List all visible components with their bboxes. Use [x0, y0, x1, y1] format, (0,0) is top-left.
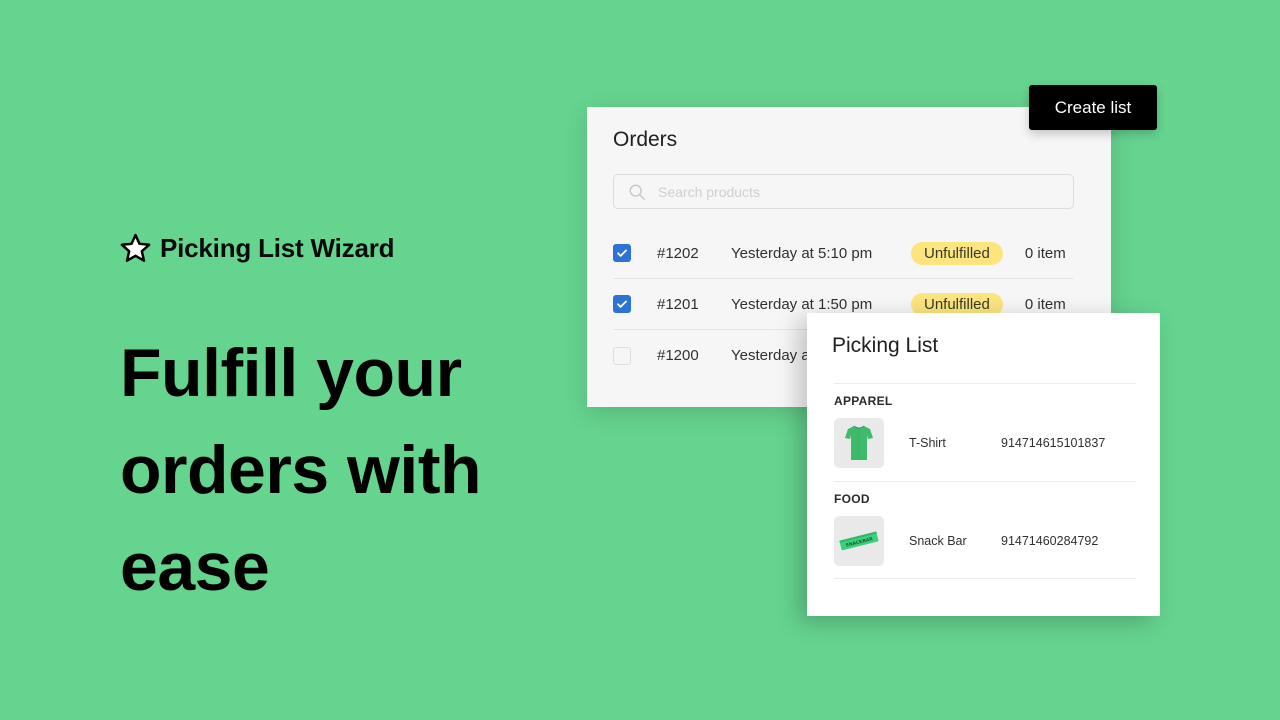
product-thumbnail [834, 418, 884, 468]
category-label: APPAREL [834, 394, 893, 408]
list-item: T-Shirt 914714615101837 [834, 418, 1136, 468]
product-thumbnail: SNACKBAR [834, 516, 884, 566]
checkmark-icon [617, 249, 627, 257]
order-id[interactable]: #1200 [657, 347, 731, 364]
order-time: Yesterday at 1:50 pm [731, 295, 873, 313]
order-checkbox[interactable] [613, 295, 631, 313]
search-field[interactable] [613, 174, 1074, 209]
search-icon [629, 184, 645, 200]
order-time: Yesterday at 5:10 pm [731, 244, 873, 262]
divider [834, 383, 1136, 384]
tshirt-icon [845, 425, 873, 460]
star-icon [120, 233, 151, 262]
list-item: SNACKBAR Snack Bar 91471460284792 [834, 516, 1136, 566]
product-sku: 91471460284792 [1001, 534, 1099, 548]
orders-title: Orders [613, 128, 678, 151]
brand-name: Picking List Wizard [160, 233, 395, 263]
product-name: T-Shirt [909, 436, 946, 450]
order-checkbox[interactable] [613, 346, 631, 365]
order-row[interactable]: #1202 Yesterday at 5:10 pm Unfulfilled 0… [613, 228, 1073, 279]
brand: Picking List Wizard [119, 232, 395, 265]
product-sku: 914714615101837 [1001, 436, 1106, 450]
order-id[interactable]: #1201 [657, 296, 731, 313]
order-item-count: 0 item [1024, 244, 1066, 262]
picking-list-card: Picking List APPAREL T-Shirt 91471461510… [807, 313, 1160, 616]
product-name: Snack Bar [909, 534, 967, 548]
picking-list-title: Picking List [832, 334, 939, 357]
category-label: FOOD [834, 492, 870, 506]
checkmark-icon [617, 300, 627, 308]
search-input[interactable] [658, 183, 1038, 200]
order-item-count: 0 item [1024, 295, 1066, 313]
headline: Fulfill your orders with ease [120, 335, 482, 605]
order-checkbox[interactable] [613, 244, 631, 262]
order-id[interactable]: #1202 [657, 245, 731, 262]
divider [834, 481, 1136, 482]
snack-bar-icon: SNACKBAR [839, 531, 879, 551]
divider [834, 578, 1136, 579]
create-list-button[interactable]: Create list [1029, 85, 1157, 130]
status-badge: Unfulfilled [911, 241, 1003, 265]
